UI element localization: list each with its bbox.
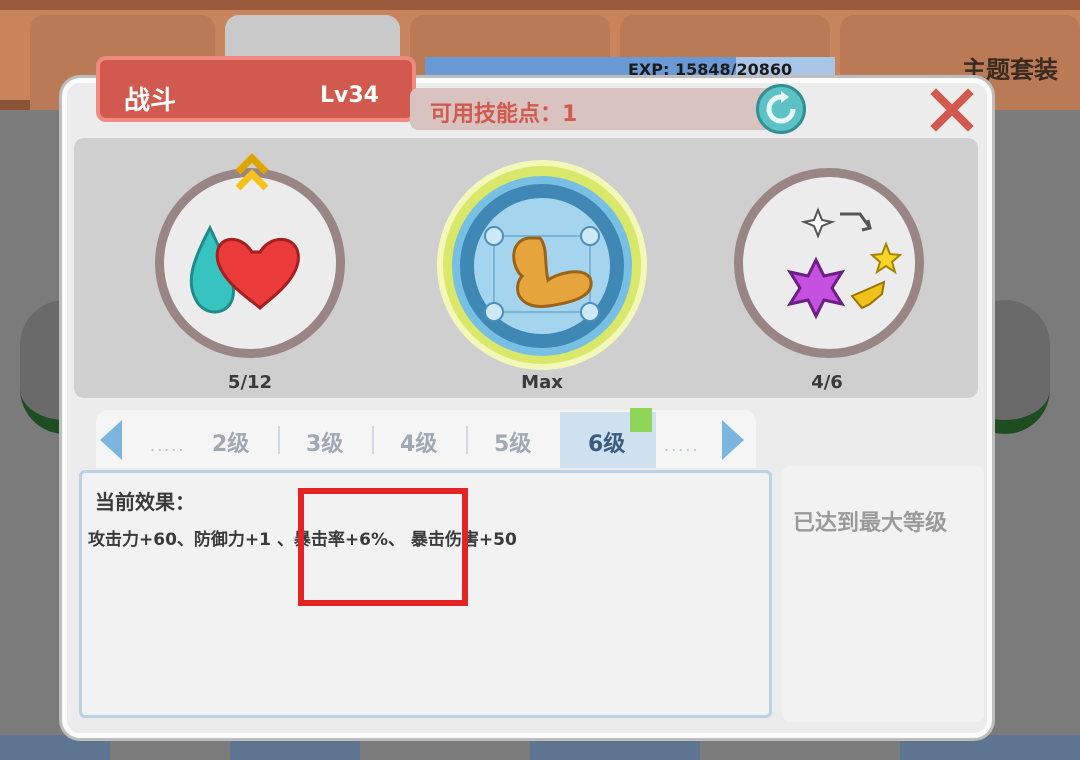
category-level: Lv34 <box>320 83 379 108</box>
close-button[interactable] <box>930 88 974 132</box>
skill-life-value: 5/12 <box>227 372 273 393</box>
highlight-box <box>298 488 468 606</box>
exp-label: EXP: 15848/20860 <box>628 60 793 79</box>
level-tab-5[interactable]: 5级 <box>494 426 531 458</box>
category-name: 战斗 <box>124 86 177 116</box>
level-tab-3[interactable]: 3级 <box>306 426 343 458</box>
background-stripe <box>530 735 700 760</box>
close-icon <box>930 88 974 132</box>
background-stripe <box>230 735 360 760</box>
arrow-right-icon[interactable] <box>722 420 744 460</box>
skill-strength-value: Max <box>521 372 563 393</box>
magic-star-icon <box>786 207 903 320</box>
skill-magic-value: 4/6 <box>811 372 843 393</box>
reset-button[interactable] <box>756 84 806 134</box>
effect-title: 当前效果： <box>95 490 195 514</box>
max-level-text: 已达到最大等级 <box>793 511 948 536</box>
muscle-arm-icon <box>484 226 600 322</box>
level-separator <box>372 426 374 454</box>
background-stripe <box>0 735 110 760</box>
heart-drop-icon <box>189 224 300 314</box>
level-dots: ..... <box>150 436 186 455</box>
level-tab-6[interactable]: 6级 <box>588 426 625 458</box>
level-separator <box>278 426 280 454</box>
upgrade-arrow-icon <box>235 153 269 191</box>
bookmark-flag-icon <box>630 408 652 432</box>
level-tab-2[interactable]: 2级 <box>212 426 249 458</box>
level-separator <box>466 426 468 454</box>
level-tab-4[interactable]: 4级 <box>400 426 437 458</box>
skill-points-label: 可用技能点：1 <box>430 102 578 127</box>
arrow-left-icon[interactable] <box>100 420 122 460</box>
refresh-icon <box>766 91 796 124</box>
background-stripe <box>900 735 1080 760</box>
level-dots: ..... <box>664 436 700 455</box>
